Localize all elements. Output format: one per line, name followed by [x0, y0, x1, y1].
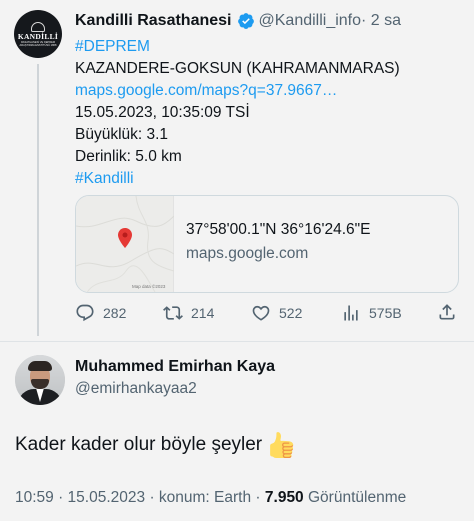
reply-author-name[interactable]: Muhammed Emirhan Kaya	[75, 358, 275, 376]
tweet-divider	[0, 341, 474, 342]
reply-count: 282	[103, 305, 127, 321]
hashtag-kandilli[interactable]: #Kandilli	[75, 168, 400, 190]
retweet-button[interactable]: 214	[163, 301, 214, 325]
retweet-count: 214	[191, 305, 215, 321]
author-name[interactable]: Kandilli Rasathanesi	[75, 12, 232, 30]
datetime-text: 15.05.2023, 10:35:09 TSİ	[75, 104, 250, 121]
share-icon	[439, 304, 455, 320]
map-pin-icon	[118, 228, 132, 248]
maps-link[interactable]: maps.google.com/maps?q=37.9667…	[75, 80, 400, 102]
link-preview-card[interactable]: Map data ©2023 37°58'00.1"N 36°16'24.6"E…	[75, 195, 459, 293]
like-button[interactable]: 522	[251, 301, 302, 325]
share-button[interactable]	[437, 302, 457, 327]
tweet-actions: 282 214 522 575B	[75, 301, 459, 325]
kandilli-emblem-icon	[31, 21, 45, 32]
views-count: 575B	[369, 305, 402, 321]
thread-connector-line	[37, 64, 39, 336]
reply-icon	[76, 304, 94, 322]
depth-text: Derinlik: 5.0 km	[75, 148, 182, 165]
reply-author-handle[interactable]: @emirhankayaa2	[75, 380, 197, 398]
kandilli-avatar[interactable]: KANDİLLİ RASATHANESİ VE DEPREM ARAŞTIRMA…	[14, 10, 62, 58]
reply-text: Kader kader olur böyle şeyler	[15, 432, 294, 458]
map-thumbnail: Map data ©2023	[76, 196, 175, 292]
tweet-time[interactable]: · 2 sa	[361, 12, 401, 30]
reply-views-count: 7.950	[264, 489, 304, 506]
reply-meta: 10:59 · 15.05.2023 · konum: Earth · 7.95…	[15, 489, 406, 507]
avatar-logo-text: KANDİLLİ	[17, 31, 59, 41]
like-count: 522	[279, 305, 303, 321]
tweet-header: Kandilli Rasathanesi @Kandilli_info · 2 …	[75, 10, 401, 32]
map-credit-text: Map data ©2023	[132, 284, 166, 289]
magnitude-text: Büyüklük: 3.1	[75, 126, 169, 143]
heart-icon	[252, 305, 270, 321]
location-text: KAZANDERE-GOKSUN (KAHRAMANMARAS)	[75, 60, 400, 77]
tweet-body: #DEPREM KAZANDERE-GOKSUN (KAHRAMANMARAS)…	[75, 36, 400, 190]
verified-badge-icon	[237, 13, 254, 29]
reply-avatar[interactable]	[15, 355, 65, 405]
reply-text-content: Kader kader olur böyle şeyler	[15, 434, 263, 455]
avatar-logo-subtext: RASATHANESİ VE DEPREM ARAŞTIRMA ENSTİTÜS…	[19, 40, 57, 47]
reply-views-label: Görüntülenme	[308, 489, 407, 506]
retweet-icon	[163, 306, 183, 320]
hashtag-deprem[interactable]: #DEPREM	[75, 36, 400, 58]
card-domain: maps.google.com	[186, 245, 309, 262]
reply-button[interactable]: 282	[75, 301, 126, 325]
views-button[interactable]: 575B	[341, 301, 402, 325]
original-tweet[interactable]: KANDİLLİ RASATHANESİ VE DEPREM ARAŞTIRMA…	[0, 0, 474, 340]
reply-time-date-location[interactable]: 10:59 · 15.05.2023 · konum: Earth ·	[15, 489, 261, 506]
author-handle[interactable]: @Kandilli_info	[259, 12, 362, 30]
analytics-icon	[344, 305, 358, 321]
card-coordinates: 37°58'00.1"N 36°16'24.6"E	[186, 221, 371, 238]
thumbs-up-icon	[270, 432, 294, 458]
